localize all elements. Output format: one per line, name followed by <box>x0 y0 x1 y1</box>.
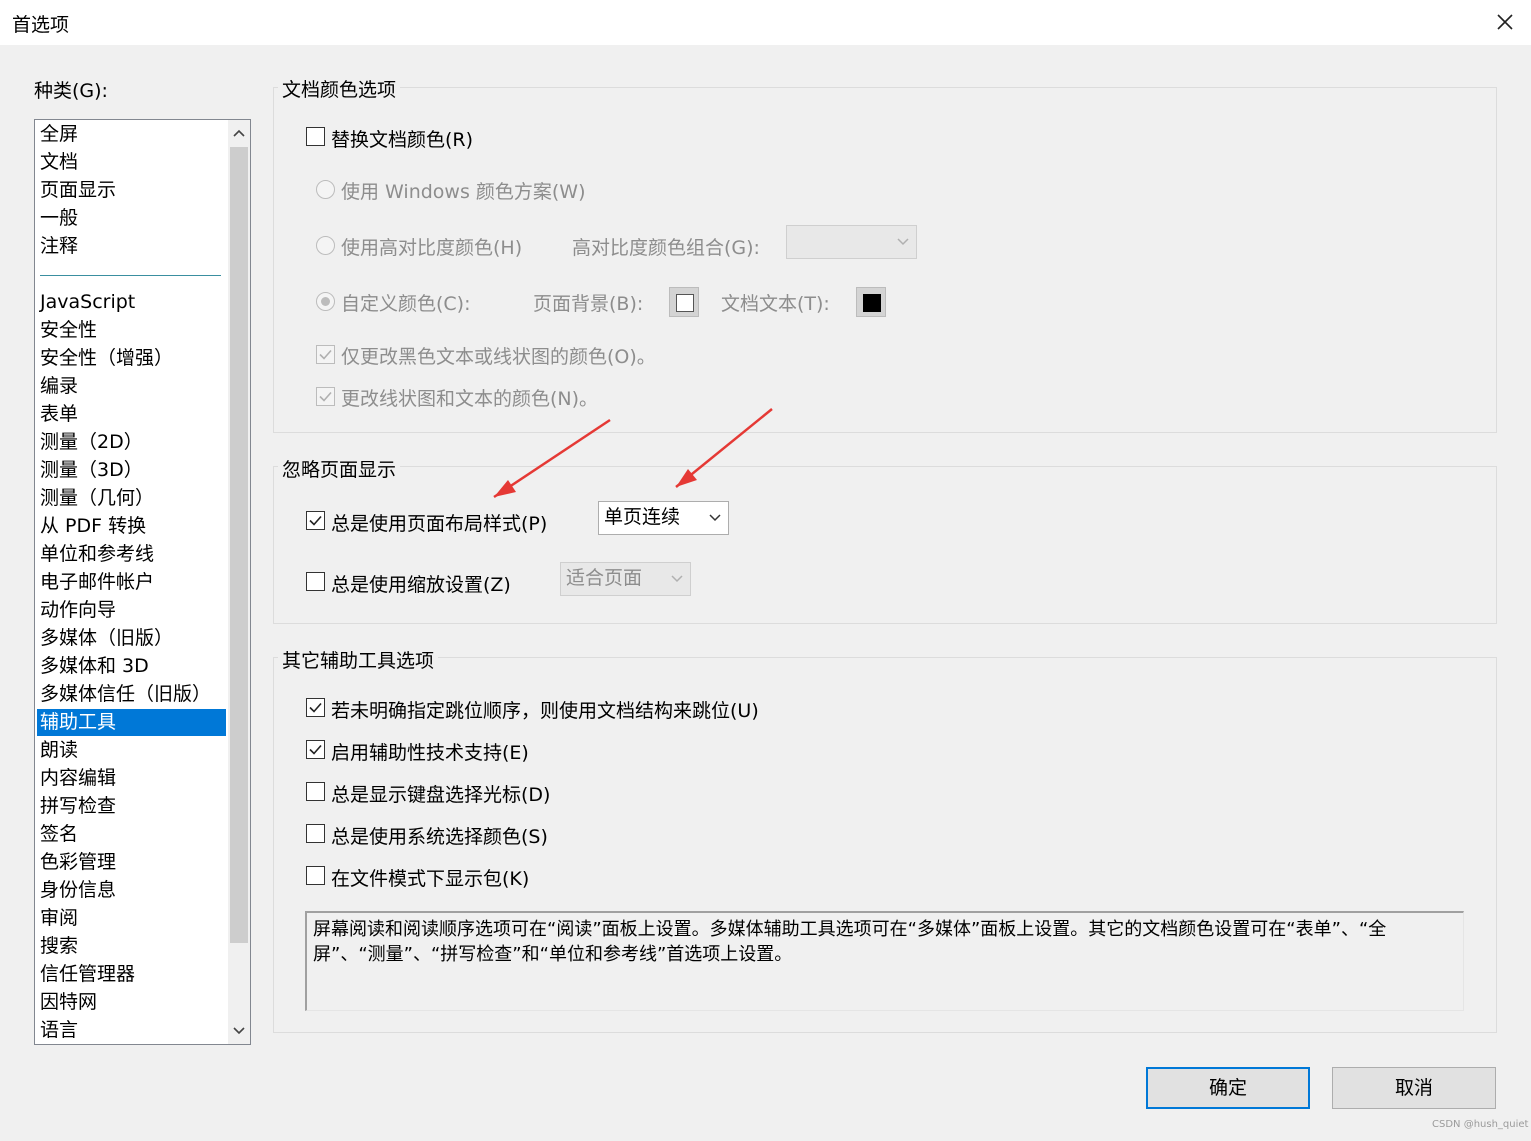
category-item[interactable]: 因特网 <box>37 989 226 1016</box>
other-option-label[interactable]: 启用辅助性技术支持(E) <box>331 738 529 765</box>
other-option-checkbox[interactable] <box>306 698 325 717</box>
title-bar: 首选项 <box>0 0 1531 45</box>
high-contrast-radio[interactable] <box>316 236 335 255</box>
category-item[interactable]: 动作向导 <box>37 597 226 624</box>
category-item[interactable]: 拼写检查 <box>37 793 226 820</box>
other-option-label[interactable]: 在文件模式下显示包(K) <box>331 864 529 891</box>
only-black-label[interactable]: 仅更改黑色文本或线状图的颜色(O)。 <box>341 342 656 369</box>
doc-text-label: 文档文本(T): <box>721 293 830 315</box>
zoom-value: 适合页面 <box>566 567 643 589</box>
cancel-button[interactable]: 取消 <box>1332 1067 1496 1109</box>
category-item[interactable]: 语言 <box>37 1017 226 1044</box>
other-option-label[interactable]: 总是显示键盘选择光标(D) <box>331 780 550 807</box>
category-label: 种类(G): <box>34 80 108 102</box>
category-separator <box>40 275 221 276</box>
windows-scheme-radio[interactable] <box>316 180 335 199</box>
category-item[interactable]: 表单 <box>37 401 226 428</box>
other-option-label[interactable]: 总是使用系统选择颜色(S) <box>331 822 548 849</box>
zoom-checkbox[interactable] <box>306 572 325 591</box>
category-item[interactable]: 全屏 <box>37 121 226 148</box>
other-option-checkbox[interactable] <box>306 782 325 801</box>
category-item[interactable]: 文档 <box>37 149 226 176</box>
override-display-group <box>273 466 1497 624</box>
category-item[interactable]: 内容编辑 <box>37 765 226 792</box>
category-item[interactable]: 审阅 <box>37 905 226 932</box>
category-item[interactable]: 安全性（增强） <box>37 345 226 372</box>
category-item[interactable]: 朗读 <box>37 737 226 764</box>
chevron-down-icon <box>892 226 914 258</box>
category-item[interactable]: 测量（2D） <box>37 429 226 456</box>
scroll-down-icon[interactable] <box>228 1018 250 1044</box>
replace-colors-checkbox[interactable] <box>306 127 325 146</box>
category-item[interactable]: 电子邮件帐户 <box>37 569 226 596</box>
windows-scheme-label[interactable]: 使用 Windows 颜色方案(W) <box>341 177 586 204</box>
category-listbox[interactable]: 全屏 文档 页面显示 一般 注释 JavaScript 安全性 安全性（增强） 编录 表单 测量（2… <box>34 119 251 1045</box>
other-option-checkbox[interactable] <box>306 824 325 843</box>
category-item[interactable]: 编录 <box>37 373 226 400</box>
doc-text-swatch[interactable] <box>856 287 886 317</box>
page-layout-label[interactable]: 总是使用页面布局样式(P) <box>331 509 547 536</box>
other-option-checkbox[interactable] <box>306 866 325 885</box>
category-item[interactable]: 多媒体和 3D <box>37 653 226 680</box>
category-item[interactable]: 多媒体信任（旧版） <box>37 681 226 708</box>
only-black-checkbox[interactable] <box>316 345 335 364</box>
doc-text-color <box>863 294 881 312</box>
page-layout-checkbox[interactable] <box>306 511 325 530</box>
category-item[interactable]: 注释 <box>37 233 226 260</box>
high-contrast-label[interactable]: 使用高对比度颜色(H) <box>341 233 522 260</box>
ok-button[interactable]: 确定 <box>1146 1067 1310 1109</box>
other-option-checkbox[interactable] <box>306 740 325 759</box>
category-item[interactable]: 签名 <box>37 821 226 848</box>
scroll-up-icon[interactable] <box>228 120 250 146</box>
category-item[interactable]: 多媒体（旧版） <box>37 625 226 652</box>
arrow-icon <box>494 480 516 497</box>
category-item[interactable]: 测量（3D） <box>37 457 226 484</box>
window-title: 首选项 <box>12 14 70 36</box>
chevron-down-icon <box>666 563 688 595</box>
custom-colors-label[interactable]: 自定义颜色(C): <box>341 289 471 316</box>
category-scrollbar[interactable] <box>228 120 250 1044</box>
watermark: CSDN @hush_quiet <box>1432 1119 1529 1130</box>
zoom-label[interactable]: 总是使用缩放设置(Z) <box>331 570 511 597</box>
page-bg-swatch[interactable] <box>669 287 699 317</box>
category-item[interactable]: 单位和参考线 <box>37 541 226 568</box>
category-item[interactable]: 一般 <box>37 205 226 232</box>
close-icon[interactable] <box>1487 4 1523 40</box>
override-display-title: 忽略页面显示 <box>278 455 401 482</box>
custom-colors-radio[interactable] <box>316 292 335 311</box>
other-option-label[interactable]: 若未明确指定跳位顺序，则使用文档结构来跳位(U) <box>331 696 759 723</box>
high-contrast-combo-label: 高对比度颜色组合(G): <box>572 237 760 259</box>
zoom-combo[interactable]: 适合页面 <box>560 562 691 596</box>
page-bg-label: 页面背景(B): <box>533 293 644 315</box>
annotation-arrows <box>493 408 773 499</box>
category-item[interactable]: 身份信息 <box>37 877 226 904</box>
page-bg-color <box>676 294 694 312</box>
category-item[interactable]: 信任管理器 <box>37 961 226 988</box>
category-item[interactable]: 从 PDF 转换 <box>37 513 226 540</box>
doc-colors-title: 文档颜色选项 <box>278 75 401 102</box>
category-item[interactable]: 安全性 <box>37 317 226 344</box>
category-item[interactable]: 测量（几何） <box>37 485 226 512</box>
change-line-art-checkbox[interactable] <box>316 387 335 406</box>
category-item[interactable]: JavaScript <box>37 289 226 316</box>
category-item[interactable]: 色彩管理 <box>37 849 226 876</box>
category-item[interactable]: 页面显示 <box>37 177 226 204</box>
replace-colors-label[interactable]: 替换文档颜色(R) <box>331 125 473 152</box>
scroll-thumb[interactable] <box>230 147 248 943</box>
high-contrast-combo[interactable] <box>786 225 917 259</box>
info-text-box: 屏幕阅读和阅读顺序选项可在“阅读”面板上设置。多媒体辅助工具选项可在“多媒体”面… <box>305 911 1464 1011</box>
category-item[interactable]: 辅助工具 <box>37 709 226 736</box>
category-item[interactable]: 搜索 <box>37 933 226 960</box>
other-options-title: 其它辅助工具选项 <box>278 646 439 673</box>
